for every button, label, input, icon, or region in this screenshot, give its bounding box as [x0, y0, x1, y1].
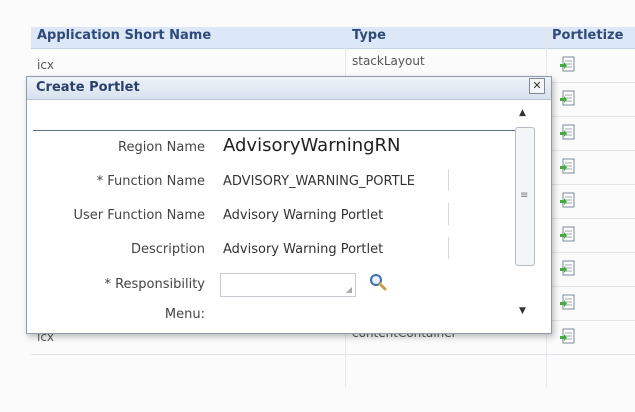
region-name-label: Region Name — [118, 140, 205, 155]
menu-label: Menu: — [164, 307, 205, 322]
create-portlet-dialog: Create Portlet ✕ Region Name AdvisoryWar… — [26, 76, 552, 334]
close-icon[interactable]: ✕ — [529, 78, 545, 94]
description-label: Description — [130, 242, 205, 257]
dialog-title: Create Portlet — [36, 80, 140, 95]
portletize-icon[interactable] — [559, 294, 575, 310]
user-function-name-input[interactable]: Advisory Warning Portlet — [223, 208, 383, 223]
portletize-icon[interactable] — [559, 226, 575, 242]
responsibility-input[interactable]: ◢ — [220, 273, 356, 297]
portletize-icon[interactable] — [559, 328, 575, 344]
user-function-name-label: User Function Name — [73, 208, 205, 223]
section-divider — [33, 130, 525, 131]
region-name-value: AdvisoryWarningRN — [223, 135, 401, 156]
portletize-icon[interactable] — [559, 158, 575, 174]
resize-grip-icon: ◢ — [345, 285, 352, 294]
dialog-title-bar: Create Portlet ✕ — [27, 77, 551, 100]
column-header-app-short-name: Application Short Name — [37, 28, 212, 43]
portletize-icon[interactable] — [559, 260, 575, 276]
portletize-icon[interactable] — [559, 192, 575, 208]
table-header: Application Short Name Type Portletize — [31, 27, 635, 49]
scroll-grip-icon: ≡ — [520, 190, 529, 201]
scroll-down-icon[interactable]: ▼ — [519, 306, 526, 316]
portletize-icon[interactable] — [559, 90, 575, 106]
function-name-label: * Function Name — [96, 174, 205, 189]
column-header-type: Type — [352, 28, 386, 43]
scrollbar-thumb[interactable]: ≡ — [515, 127, 535, 266]
portletize-icon[interactable] — [559, 56, 575, 72]
scroll-up-icon[interactable]: ▲ — [519, 108, 526, 118]
cell-app-short-name: icx — [37, 58, 55, 72]
description-input[interactable]: Advisory Warning Portlet — [223, 242, 383, 257]
responsibility-label: * Responsibility — [104, 277, 205, 292]
function-name-input[interactable]: ADVISORY_WARNING_PORTLE — [223, 174, 448, 189]
portletize-icon[interactable] — [559, 124, 575, 140]
cell-type: stackLayout — [352, 54, 425, 68]
column-header-portletize: Portletize — [552, 28, 624, 43]
search-icon[interactable] — [369, 273, 387, 291]
